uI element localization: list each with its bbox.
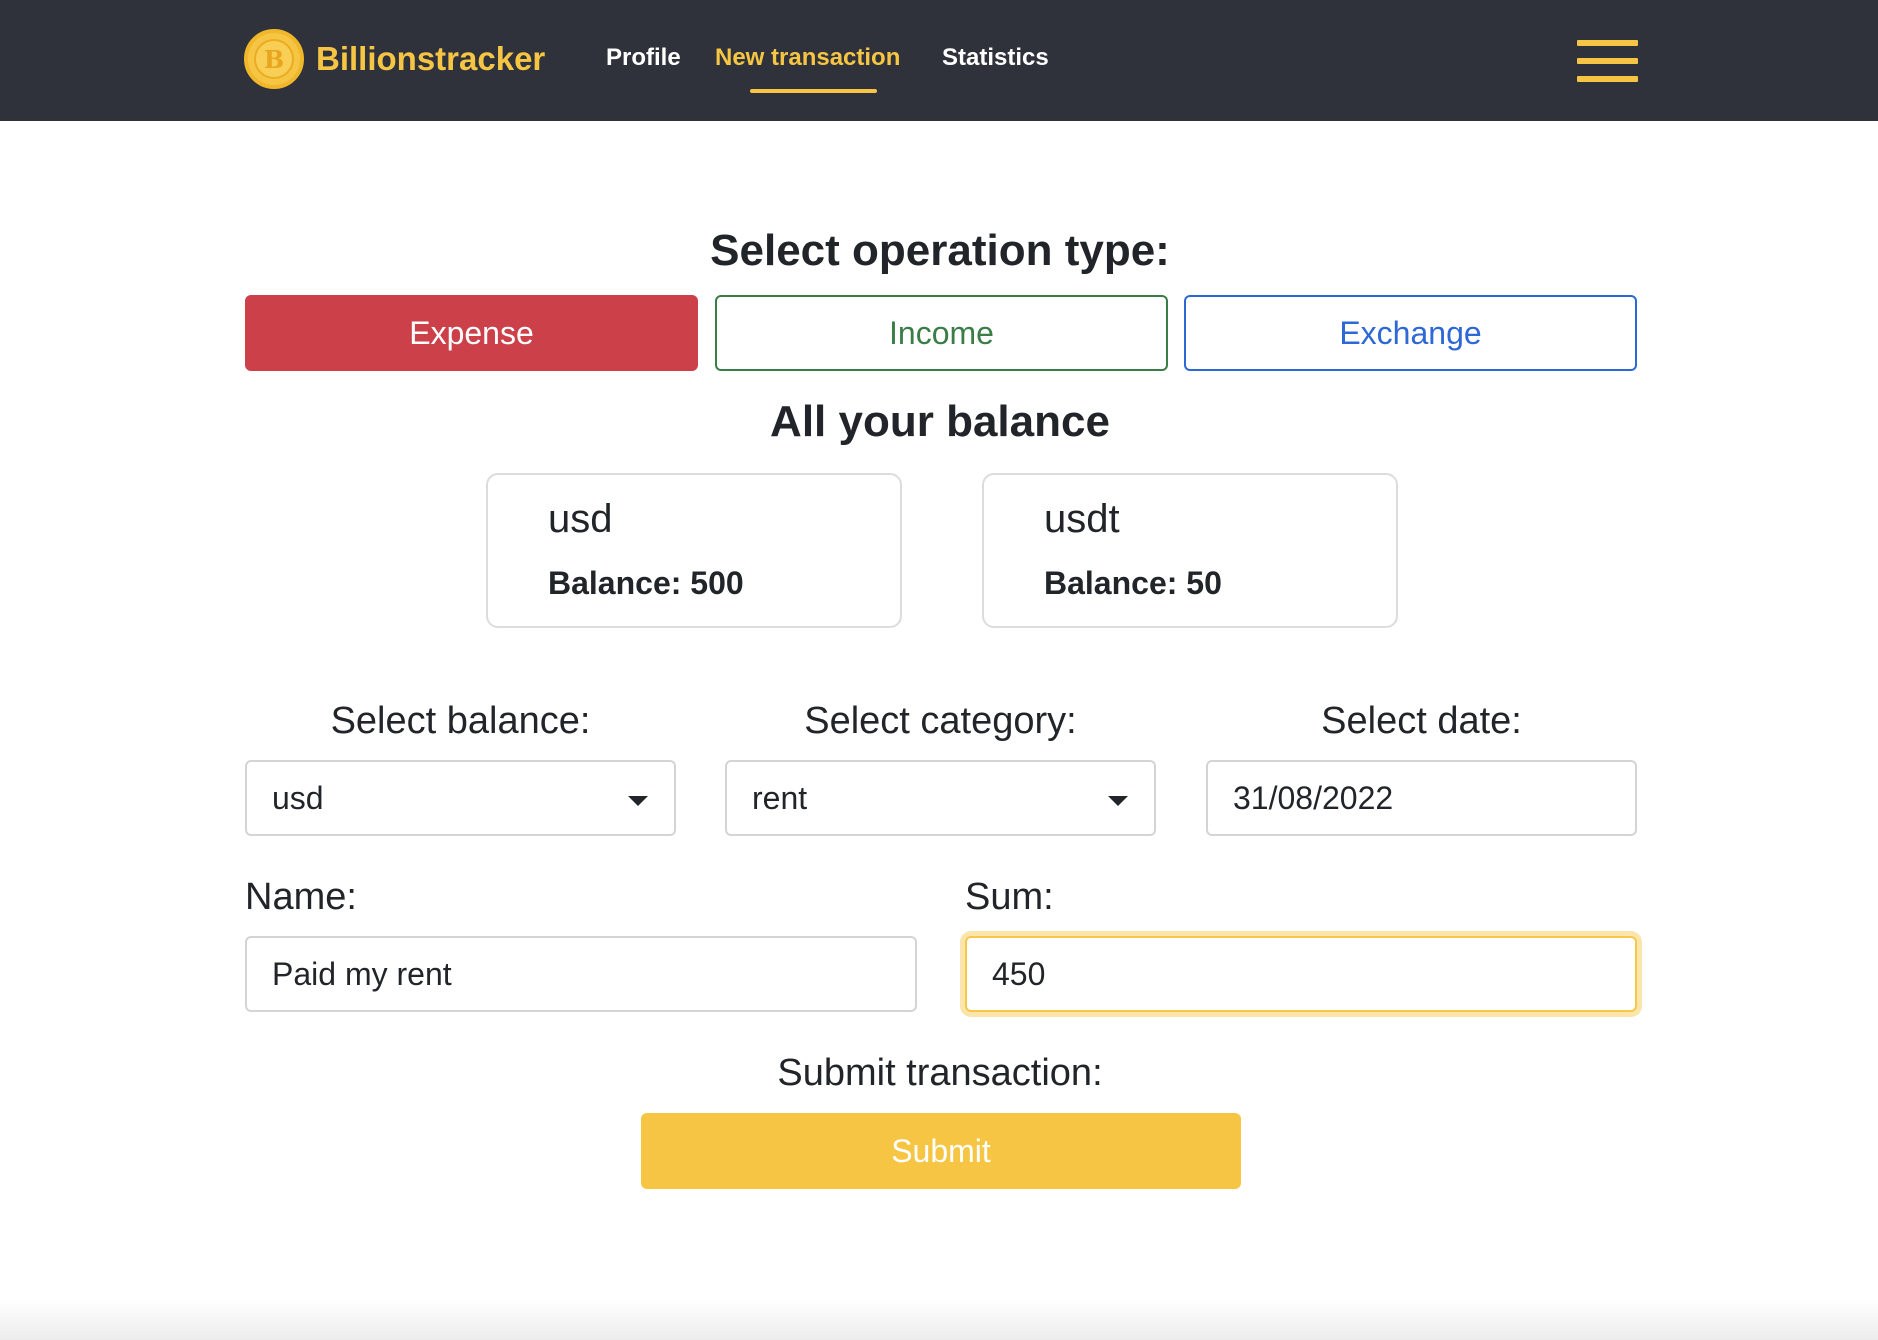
balance-card-currency: usdt bbox=[1044, 497, 1120, 541]
operation-type-heading: Select operation type: bbox=[710, 226, 1170, 275]
date-input-value: 31/08/2022 bbox=[1233, 779, 1394, 816]
balance-card-usd: usd Balance: 500 bbox=[486, 473, 902, 628]
brand-link[interactable]: B Billionstracker bbox=[244, 29, 545, 89]
top-navbar: B Billionstracker Profile New transactio… bbox=[0, 0, 1878, 121]
balance-card-amount: Balance: 500 bbox=[548, 565, 744, 601]
balance-card-amount: Balance: 50 bbox=[1044, 565, 1222, 601]
active-nav-underline bbox=[750, 89, 877, 93]
nav-link-new-transaction[interactable]: New transaction bbox=[715, 44, 900, 72]
category-select-value: rent bbox=[752, 779, 808, 816]
exchange-button[interactable]: Exchange bbox=[1184, 295, 1637, 371]
balance-card-currency: usd bbox=[548, 497, 613, 541]
balance-heading: All your balance bbox=[770, 397, 1110, 446]
page-bottom-shadow bbox=[0, 1300, 1878, 1340]
logo-letter: B bbox=[254, 39, 294, 79]
chevron-down-icon bbox=[628, 796, 648, 806]
hamburger-menu-icon[interactable] bbox=[1577, 40, 1638, 82]
name-input-value: Paid my rent bbox=[272, 955, 452, 992]
submit-button[interactable]: Submit bbox=[641, 1113, 1241, 1189]
chevron-down-icon bbox=[1108, 796, 1128, 806]
sum-label: Sum: bbox=[965, 876, 1054, 918]
select-date-label: Select date: bbox=[1321, 700, 1522, 742]
sum-input-value: 450 bbox=[992, 955, 1046, 992]
brand-name: Billionstracker bbox=[316, 40, 546, 77]
balance-select[interactable]: usd bbox=[245, 760, 676, 836]
nav-link-statistics[interactable]: Statistics bbox=[942, 44, 1049, 72]
category-select[interactable]: rent bbox=[725, 760, 1156, 836]
select-category-label: Select category: bbox=[804, 700, 1077, 742]
balance-select-value: usd bbox=[272, 779, 324, 816]
bitcoin-coin-logo-icon: B bbox=[244, 29, 304, 89]
balance-card-usdt: usdt Balance: 50 bbox=[982, 473, 1398, 628]
expense-button[interactable]: Expense bbox=[245, 295, 698, 371]
date-input[interactable]: 31/08/2022 bbox=[1206, 760, 1637, 836]
income-button[interactable]: Income bbox=[715, 295, 1168, 371]
name-label: Name: bbox=[245, 876, 357, 918]
sum-input[interactable]: 450 bbox=[965, 936, 1637, 1012]
select-balance-label: Select balance: bbox=[330, 700, 591, 742]
name-input[interactable]: Paid my rent bbox=[245, 936, 917, 1012]
nav-link-profile[interactable]: Profile bbox=[606, 44, 681, 72]
submit-transaction-label: Submit transaction: bbox=[777, 1052, 1103, 1094]
